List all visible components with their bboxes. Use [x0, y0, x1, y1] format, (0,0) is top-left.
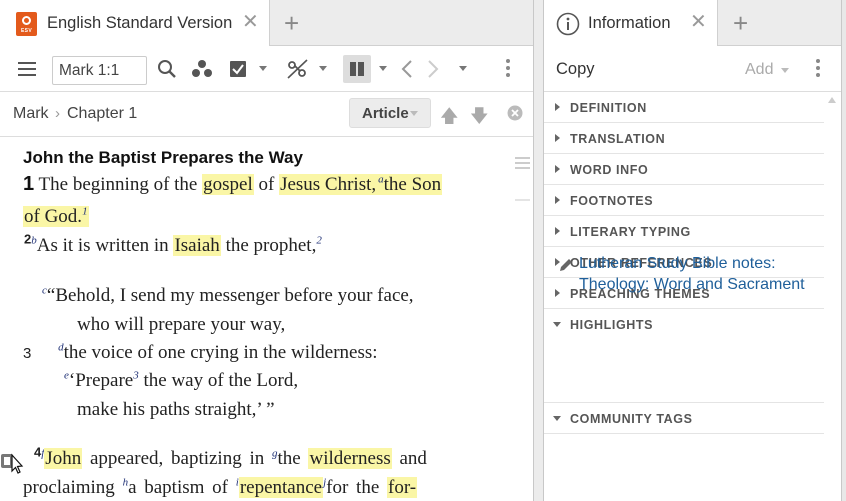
scroll-up-icon[interactable] — [828, 97, 836, 103]
verse-line[interactable]: e‘Prepare3 the way of the Lord, — [64, 368, 298, 394]
back-icon[interactable] — [400, 58, 414, 80]
arrow-down-icon[interactable]: 🡇 — [470, 104, 489, 134]
tab-title: English Standard Version — [47, 14, 233, 32]
tab-esv[interactable]: ESV English Standard Version ✕ — [0, 0, 270, 46]
mouse-pointer-icon — [1, 453, 24, 474]
panel-menu-icon[interactable] — [506, 59, 510, 80]
verse-line[interactable]: c“Behold, I send my messenger before you… — [42, 283, 414, 309]
information-panel: Information ✕ + Copy Add DEFINITION TRAN… — [543, 0, 842, 501]
search-icon[interactable] — [157, 58, 177, 80]
arrow-up-icon[interactable]: 🡅 — [440, 104, 459, 134]
section-footnotes[interactable]: FOOTNOTES — [544, 185, 824, 216]
forward-icon[interactable] — [426, 58, 440, 80]
chevron-down-icon — [410, 111, 418, 116]
section-highlights[interactable]: HIGHLIGHTS — [544, 309, 824, 403]
columns-icon — [350, 62, 364, 76]
bible-text-area[interactable]: John the Baptist Prepares the Way 1 The … — [0, 137, 533, 501]
bible-toolbar: Mark 1:1 — [0, 46, 533, 92]
verse-line[interactable]: proclaiming ha baptism of irepentancejfo… — [23, 475, 418, 501]
close-tab-icon[interactable]: ✕ — [690, 10, 707, 34]
bible-panel: ESV English Standard Version ✕ + Mark 1:… — [0, 0, 534, 501]
new-tab-plus-icon[interactable]: + — [284, 9, 299, 37]
article-label: Article — [362, 105, 409, 122]
panel-menu-icon[interactable] — [816, 59, 820, 80]
checklist-dropdown-caret[interactable] — [259, 66, 267, 71]
new-tab-plus-icon[interactable]: + — [733, 9, 748, 37]
info-toolbar: Copy Add — [544, 46, 841, 92]
interlinear-dropdown-caret[interactable] — [319, 66, 327, 71]
columns-button[interactable] — [343, 55, 371, 83]
panel-divider[interactable] — [534, 0, 543, 501]
section-heading: John the Baptist Prepares the Way — [23, 148, 303, 167]
verse-line[interactable]: 2bAs it is written in Isaiah the prophet… — [24, 233, 322, 259]
checklist-icon[interactable] — [228, 58, 248, 80]
section-community-tags[interactable]: COMMUNITY TAGS — [544, 403, 824, 434]
reader-scrollbar[interactable] — [512, 137, 533, 501]
verse-line[interactable]: 1 The beginning of the gospel of Jesus C… — [23, 171, 443, 198]
verse-line[interactable]: of God.1 — [23, 204, 89, 230]
history-dropdown-caret[interactable] — [459, 66, 467, 71]
info-scrollbar[interactable] — [824, 92, 841, 501]
columns-dropdown-caret[interactable] — [379, 66, 387, 71]
window-edge — [842, 0, 846, 501]
interlinear-icon[interactable] — [286, 58, 310, 80]
verse-line[interactable]: make his paths straight,’ ” — [77, 397, 275, 423]
pencil-icon — [560, 259, 572, 271]
tab-bar: ESV English Standard Version ✕ + — [0, 0, 533, 46]
section-literary-typing[interactable]: LITERARY TYPING — [544, 216, 824, 247]
section-translation[interactable]: TRANSLATION — [544, 123, 824, 154]
info-tab-bar: Information ✕ + — [544, 0, 841, 46]
add-button[interactable]: Add — [745, 61, 773, 79]
breadcrumb-separator: › — [55, 105, 60, 122]
reference-input[interactable]: Mark 1:1 — [52, 56, 147, 85]
section-word-info[interactable]: WORD INFO — [544, 154, 824, 185]
breadcrumb-book[interactable]: Mark — [13, 105, 49, 123]
verse-line[interactable]: 3 dthe voice of one crying in the wilder… — [23, 340, 378, 367]
esv-book-icon: ESV — [16, 12, 37, 36]
section-definition[interactable]: DEFINITION — [544, 92, 824, 123]
close-tab-icon[interactable]: ✕ — [242, 10, 259, 34]
verse-line[interactable]: 4fJohn appeared, baptizing in gthe wilde… — [34, 446, 427, 472]
tab-title: Information — [588, 14, 671, 32]
tab-information[interactable]: Information ✕ — [544, 0, 718, 46]
article-dropdown-button[interactable]: Article — [349, 98, 431, 128]
add-dropdown-caret[interactable] — [781, 68, 789, 73]
highlight-entry-link[interactable]: Lutheran Study Bible notes: Theology: Wo… — [579, 253, 829, 295]
copy-button[interactable]: Copy — [556, 60, 595, 79]
verse-line[interactable]: who will prepare your way, — [77, 312, 285, 338]
visual-filter-icon[interactable] — [191, 58, 213, 80]
close-circle-icon[interactable] — [507, 105, 523, 121]
info-circle-icon — [556, 12, 580, 36]
menu-icon[interactable] — [17, 58, 37, 80]
breadcrumb-chapter[interactable]: Chapter 1 — [67, 105, 137, 123]
